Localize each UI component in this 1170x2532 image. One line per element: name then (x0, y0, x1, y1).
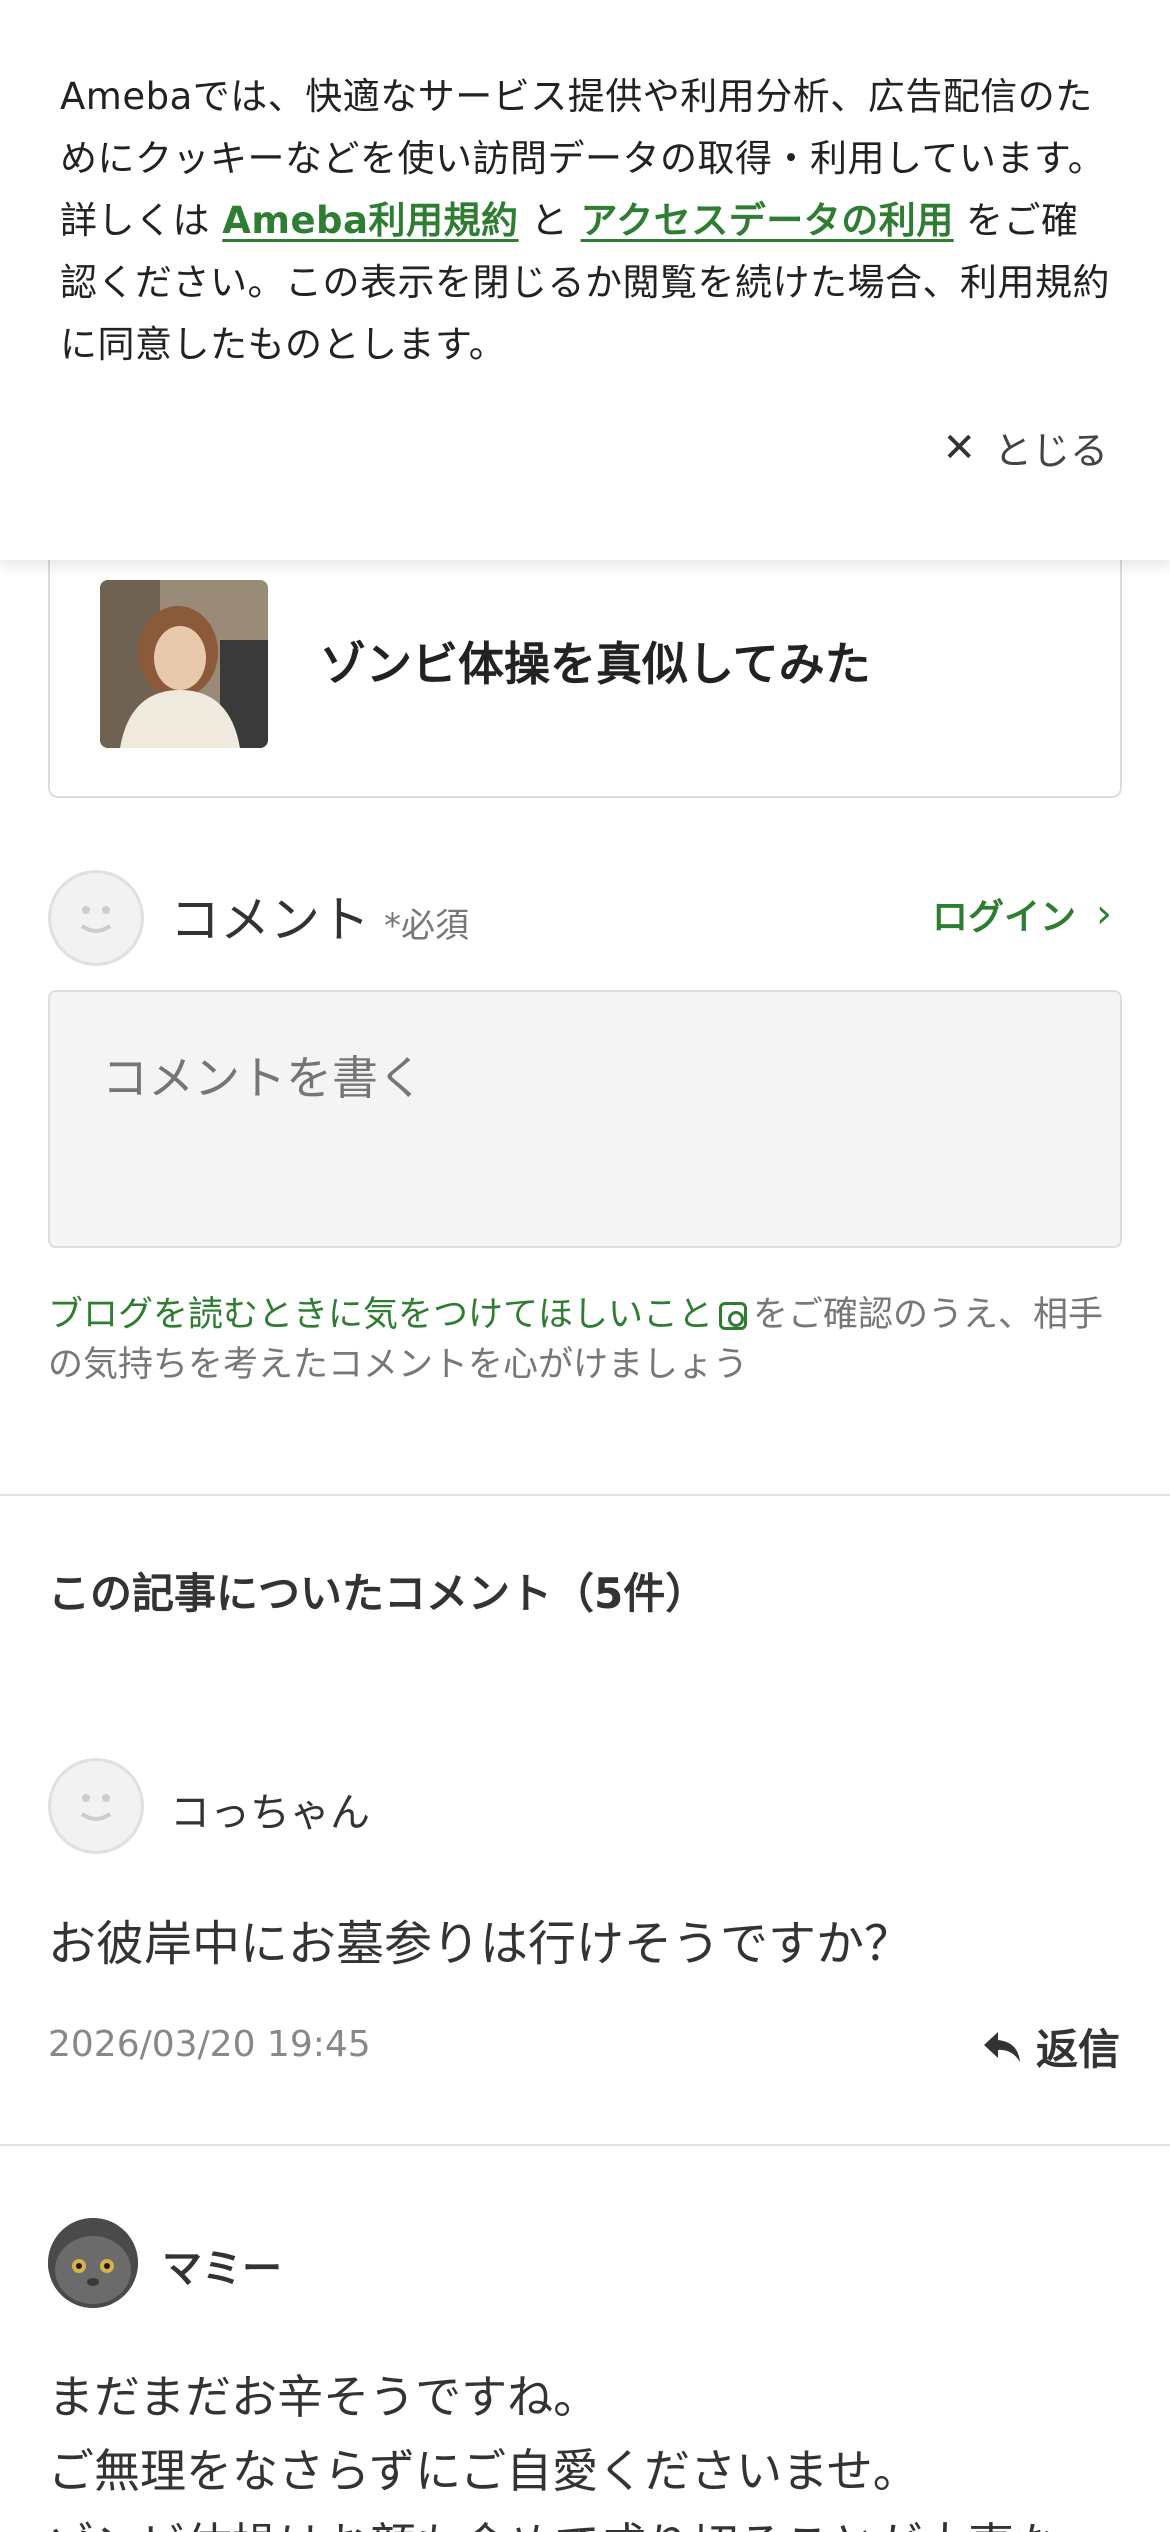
comment-line: まだまだお辛そうですね。 (48, 2370, 600, 2424)
cookie-text: Amebaでは、快適なサービス提供や利用分析、広告配信のためにクッキーなどを使い… (60, 66, 1110, 376)
comments-section-title: この記事についたコメント（5件） (48, 1569, 708, 1618)
comment-line: ゾンビ体操はお顔も含めて成り切ることが大事な (48, 2508, 1122, 2532)
external-link-icon (719, 1302, 748, 1330)
login-link[interactable]: ログイン › (932, 888, 1112, 940)
chevron-right-icon: › (1096, 891, 1112, 937)
article-card[interactable]: ゾンビ体操を真似してみた (48, 520, 1122, 798)
reply-button[interactable]: 返信 (982, 2016, 1120, 2077)
comment-body: お彼岸中にお墓参りは行けそうですか？ (48, 1916, 913, 1972)
comment-body: まだまだお辛そうですね。 ご無理をなさらずにご自愛くださいませ。 ゾンビ体操はお… (48, 2360, 1122, 2532)
guidelines-link[interactable]: ブログを読むときに気をつけてほしいこと (48, 1295, 713, 1335)
article-thumbnail (100, 580, 268, 748)
comment-label: コメント (170, 891, 370, 949)
comment-date: 2026/03/20 19:45 (48, 2024, 371, 2065)
comment-line: ご無理をなさらずにご自愛くださいませ。 (48, 2444, 919, 2498)
comment-author[interactable]: コっちゃん (170, 1780, 370, 1838)
cookie-banner: Amebaでは、快適なサービス提供や利用分析、広告配信のためにクッキーなどを使い… (0, 0, 1170, 560)
default-avatar (48, 870, 144, 966)
close-icon: ✕ (942, 424, 976, 471)
face-icon (52, 1762, 140, 1850)
page: Amebaでは、快適なサービス提供や利用分析、広告配信のためにクッキーなどを使い… (0, 0, 1170, 2532)
reply-label: 返信 (1035, 2025, 1120, 2074)
terms-link[interactable]: Ameba利用規約 (222, 199, 518, 242)
comment-notice: ブログを読むときに気をつけてほしいこと をご確認のうえ、相手の気持ちを考えたコメン… (48, 1290, 1122, 1390)
divider (0, 2144, 1170, 2146)
close-button[interactable]: ✕ とじる (942, 420, 1108, 475)
login-label: ログイン (931, 897, 1076, 938)
comment-author[interactable]: マミー (162, 2236, 282, 2294)
comment-input[interactable] (48, 990, 1122, 1248)
cat-avatar-image (48, 2218, 138, 2308)
cookie-text-part2: と (518, 199, 581, 242)
access-data-link[interactable]: アクセスデータの利用 (581, 199, 954, 242)
required-mark: *必須 (384, 906, 469, 946)
face-icon (52, 874, 140, 962)
reply-arrow-icon (983, 2031, 1020, 2062)
article-title[interactable]: ゾンビ体操を真似してみた (320, 628, 871, 694)
divider (0, 1494, 1170, 1496)
commenter-avatar[interactable] (48, 1758, 144, 1854)
close-label: とじる (993, 429, 1108, 473)
cat-avatar[interactable] (48, 2218, 138, 2308)
